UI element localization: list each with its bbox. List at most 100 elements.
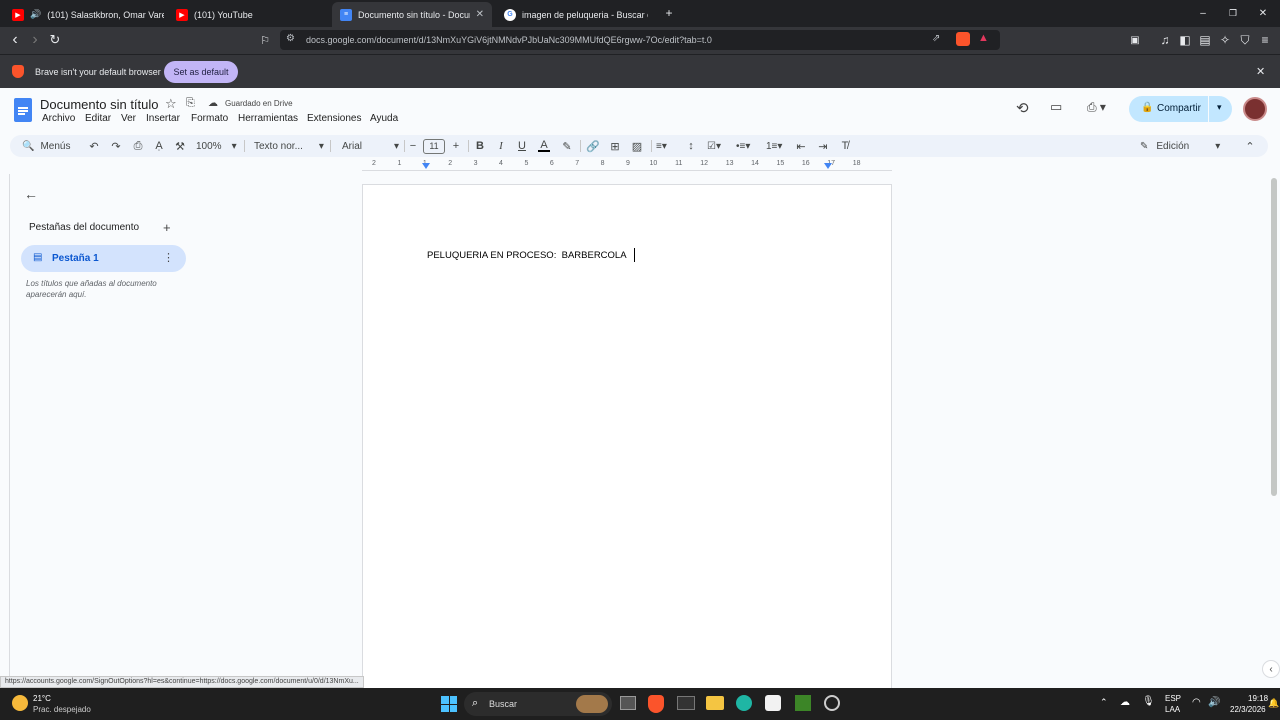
browser-tab-youtube-1[interactable]: ▶ 🔊 (101) Salastkbron, Omar Varela -	[4, 2, 164, 27]
new-tab-icon[interactable]: +	[660, 4, 678, 22]
minimize-icon[interactable]: –	[1194, 4, 1212, 22]
language-code[interactable]: ESP	[1165, 694, 1181, 703]
document-page[interactable]: PELUQUERIA EN PROCESO: BARBERCOLA	[362, 184, 892, 688]
add-comment-icon[interactable]: ⊞	[607, 135, 623, 157]
sidebar-item-pestana-1[interactable]: ▤ Pestaña 1 ⋮	[21, 245, 186, 272]
decrease-indent-icon[interactable]: ⇤	[793, 135, 809, 157]
brave-taskbar-icon[interactable]	[648, 695, 664, 713]
volume-icon[interactable]: 🔊	[1208, 697, 1220, 708]
zoom-select[interactable]: 100% ▾	[196, 135, 237, 157]
notifications-icon[interactable]: 🔔	[1268, 698, 1279, 709]
menu-ayuda[interactable]: Ayuda	[370, 113, 398, 124]
language-layout[interactable]: LAA	[1165, 705, 1180, 714]
underline-icon[interactable]: U	[514, 135, 530, 157]
windows-start-icon[interactable]	[441, 696, 457, 712]
spellcheck-icon[interactable]: Ạ	[151, 135, 167, 157]
comments-icon[interactable]: ▭	[1050, 99, 1062, 115]
set-as-default-button[interactable]: Set as default	[164, 61, 238, 83]
avatar[interactable]	[1243, 97, 1267, 121]
show-hidden-icons-icon[interactable]: ⌃	[1100, 697, 1108, 708]
menu-insertar[interactable]: Insertar	[146, 113, 180, 124]
clear-formatting-icon[interactable]: T̸	[837, 135, 853, 157]
document-body-text[interactable]: PELUQUERIA EN PROCESO: BARBERCOLA	[427, 250, 627, 261]
browser-tab-docs[interactable]: ≡ Documento sin título - Documen ✕	[332, 2, 492, 27]
onedrive-icon[interactable]: ☁	[1120, 697, 1130, 708]
task-view-icon[interactable]	[620, 696, 636, 710]
font-size-input[interactable]: 11	[423, 135, 445, 157]
taskbar-search-box[interactable]: ⌕ Buscar	[464, 692, 612, 716]
menu-herramientas[interactable]: Herramientas	[238, 113, 298, 124]
menu-archivo[interactable]: Archivo	[42, 113, 75, 124]
reload-icon[interactable]: ↻	[46, 31, 64, 49]
menu-icon[interactable]: ≡	[1256, 31, 1274, 49]
file-explorer-icon[interactable]	[706, 696, 724, 710]
bold-icon[interactable]: B	[472, 135, 488, 157]
window-close-icon[interactable]: ✕	[1254, 4, 1272, 22]
right-indent-marker[interactable]	[824, 163, 832, 169]
font-select[interactable]: Arial ▾	[342, 135, 399, 157]
microphone-icon[interactable]: 🎙	[1142, 696, 1155, 707]
close-icon[interactable]: ✕	[476, 9, 484, 20]
line-spacing-icon[interactable]: ↕	[683, 135, 699, 157]
docs-logo-icon[interactable]	[14, 98, 32, 122]
infobar-close-icon[interactable]: ✕	[1256, 65, 1265, 78]
text-color-icon[interactable]: A	[536, 135, 552, 157]
bookmark-icon[interactable]: ⚐	[256, 31, 274, 49]
wifi-icon[interactable]: ◠	[1192, 697, 1201, 708]
restore-icon[interactable]: ❐	[1224, 4, 1242, 22]
bulleted-list-icon[interactable]: •≡▾	[736, 135, 750, 157]
back-arrow-icon[interactable]: ←	[24, 186, 38, 202]
redo-icon[interactable]: ↷	[108, 135, 124, 157]
terminal-icon[interactable]	[677, 696, 695, 710]
increase-font-size-icon[interactable]: +	[448, 135, 464, 157]
share-dropdown-icon[interactable]: ▾	[1217, 102, 1222, 113]
insert-image-icon[interactable]: ▨	[629, 135, 645, 157]
side-panel-toggle-icon[interactable]: ‹	[1262, 660, 1280, 678]
vertical-ruler[interactable]	[0, 174, 10, 688]
edge-icon[interactable]	[736, 695, 752, 711]
clock-time[interactable]: 19:18	[1248, 694, 1268, 703]
paint-format-icon[interactable]: ⚒	[172, 135, 188, 157]
numbered-list-icon[interactable]: 1≡▾	[766, 135, 782, 157]
screenshot-icon[interactable]: ▣	[1126, 31, 1144, 49]
star-icon[interactable]: ☆	[165, 96, 177, 112]
add-tab-icon[interactable]: +	[163, 220, 171, 235]
menu-editar[interactable]: Editar	[85, 113, 111, 124]
back-icon[interactable]: ‹	[6, 31, 24, 49]
move-folder-icon[interactable]: ⎘	[186, 97, 195, 110]
editing-mode-select[interactable]: ✎ Edición ▾	[1140, 135, 1220, 157]
browser-tab-youtube-2[interactable]: ▶ (101) YouTube	[168, 2, 328, 27]
store-icon[interactable]	[765, 695, 781, 711]
weather-icon[interactable]	[12, 695, 28, 711]
minecraft-icon[interactable]	[795, 695, 811, 711]
search-menus[interactable]: 🔍 Menús	[22, 135, 70, 157]
brave-shields-icon[interactable]	[956, 32, 970, 46]
menu-extensiones[interactable]: Extensiones	[307, 113, 361, 124]
meet-icon[interactable]: ⎙ ▾	[1087, 100, 1106, 115]
scrollbar-thumb[interactable]	[1271, 178, 1277, 496]
version-history-icon[interactable]: ⟲	[1016, 99, 1029, 117]
align-icon[interactable]: ≡▾	[656, 135, 667, 157]
leo-ai-icon[interactable]: ✧	[1216, 31, 1234, 49]
italic-icon[interactable]: I	[493, 135, 509, 157]
vpn-icon[interactable]: ⛉	[1236, 31, 1254, 49]
paragraph-style-select[interactable]: Texto nor... ▾	[254, 135, 324, 157]
url-bar[interactable]: ⚙ docs.google.com/document/d/13NmXuYGiV6…	[280, 30, 1000, 50]
forward-icon[interactable]: ›	[26, 31, 44, 49]
highlight-icon[interactable]: ✎	[559, 135, 575, 157]
cloud-saved-icon[interactable]: ☁	[208, 98, 218, 109]
sidebar-toggle-icon[interactable]: ◧	[1176, 31, 1194, 49]
more-options-icon[interactable]: ⋮	[163, 251, 174, 264]
link-icon[interactable]: 🔗	[585, 135, 601, 157]
document-title[interactable]: Documento sin título	[40, 97, 159, 112]
browser-tab-google[interactable]: G imagen de peluqueria - Buscar con G	[496, 2, 656, 27]
menu-ver[interactable]: Ver	[121, 113, 136, 124]
horizontal-ruler[interactable]: 2 1 1 2 3 4 5 6 7 8 9 10 11 12 13 14 15 16 17 18	[362, 160, 892, 174]
brave-rewards-icon[interactable]: ▲	[978, 32, 989, 44]
share-page-icon[interactable]: ⇗	[932, 33, 940, 44]
chrome-icon[interactable]	[824, 695, 840, 711]
wallet-icon[interactable]: ▤	[1196, 31, 1214, 49]
site-settings-icon[interactable]: ⚙	[286, 33, 295, 44]
decrease-font-size-icon[interactable]: −	[405, 135, 421, 157]
print-icon[interactable]: ⎙	[130, 135, 146, 157]
